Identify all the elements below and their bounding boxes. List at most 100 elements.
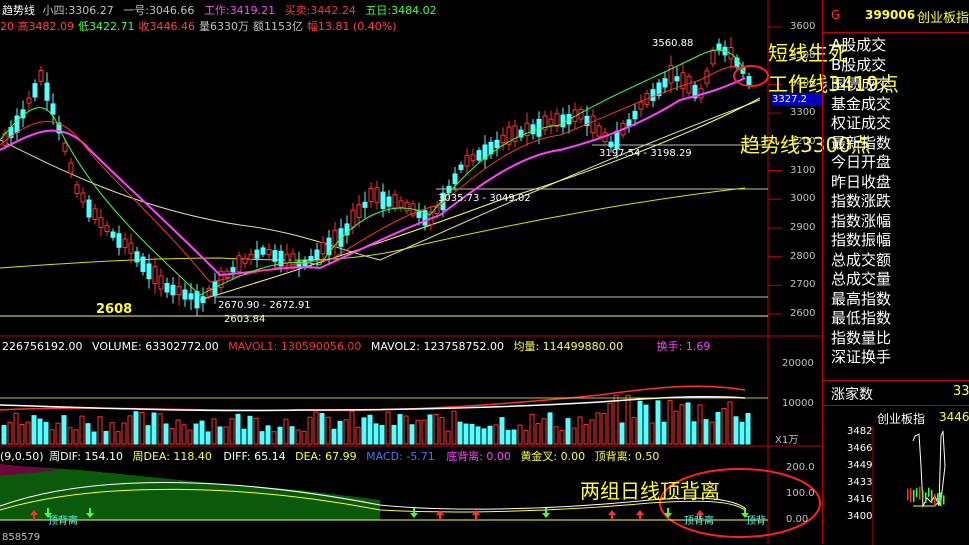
volume-bar xyxy=(673,410,679,445)
volume-bar xyxy=(151,412,157,445)
volume-bar xyxy=(115,431,121,445)
mini-chart-svg xyxy=(872,426,946,545)
field-row: 今日开盘 xyxy=(831,153,892,171)
volume-bar xyxy=(301,430,307,445)
yihao-value: 3046.66 xyxy=(148,4,195,17)
candle-body xyxy=(104,225,110,233)
main-chart-area[interactable]: 趋势线 小四:3306.27 一号:3046.66 工作:3419.21 买卖:… xyxy=(0,0,899,544)
volume-bar xyxy=(619,422,625,445)
candle-body xyxy=(662,78,668,88)
group-tag: G xyxy=(831,8,841,22)
macd-signal-arrow xyxy=(410,508,418,518)
low-value: 2603.84 xyxy=(224,314,266,325)
volume-bar xyxy=(475,426,481,445)
volume-bar xyxy=(271,431,277,445)
volume-bar xyxy=(715,411,721,445)
mini-bar xyxy=(925,492,927,503)
candle-body xyxy=(716,43,722,51)
indicator-name[interactable]: 趋势线 xyxy=(2,4,35,17)
volume-bar xyxy=(523,429,529,445)
candle-body xyxy=(152,266,158,285)
candle-body xyxy=(80,192,86,203)
mini-bar xyxy=(937,493,939,503)
xiaosi-label: 小四: xyxy=(42,4,69,17)
volume-bar xyxy=(439,417,445,445)
index-code[interactable]: 399006 xyxy=(865,8,915,22)
volume-bar xyxy=(91,431,97,445)
mavol2-line xyxy=(0,396,746,412)
candle-body xyxy=(500,134,506,144)
volume-bar xyxy=(43,421,49,445)
annotation-divergence: 两组日线顶背离 xyxy=(580,479,720,503)
mini-bar xyxy=(910,488,912,502)
volume-bar xyxy=(373,423,379,445)
candle-body xyxy=(374,187,380,204)
volume-bar xyxy=(73,429,79,445)
avg-volume: 均量: 114499880.00 xyxy=(513,340,624,353)
volume-bar xyxy=(13,412,19,445)
field-row: 权证成交 xyxy=(831,114,892,132)
volume-bar xyxy=(637,400,643,445)
header-row2-item: 20 高3482.09 xyxy=(0,20,74,33)
footer-value: 858579 xyxy=(2,532,41,543)
volume-bar xyxy=(397,414,403,445)
volume-bar xyxy=(463,423,469,445)
index-name[interactable]: 创业板指 xyxy=(917,7,969,26)
volume-bar xyxy=(193,423,199,445)
volume-bar xyxy=(481,428,487,445)
candle-body xyxy=(74,184,80,194)
field-row: 最低指数 xyxy=(831,309,892,327)
field-row: 总成交额 xyxy=(831,250,892,269)
candle-body xyxy=(494,139,500,148)
candle-body xyxy=(452,173,458,185)
candle-body xyxy=(86,199,92,218)
volume-bar xyxy=(655,400,661,445)
macd-header: (9,0.50) 周DIF: 154.10 周DEA: 118.40 DIFF:… xyxy=(0,448,659,464)
mavol1-value: MAVOL1: 130590056.00 xyxy=(228,340,362,353)
volume-bar xyxy=(493,424,499,445)
candle-body xyxy=(26,97,32,104)
volume-bar xyxy=(133,411,139,445)
mini-intraday-chart[interactable]: 创业板指 3446. 348234663449343334163400 xyxy=(823,405,969,545)
field-row: 国债成交 xyxy=(831,75,892,93)
price-axis-tick: 2600 xyxy=(790,308,816,319)
candle-body xyxy=(608,141,614,148)
volume-bar xyxy=(157,413,163,445)
candle-body xyxy=(68,162,74,174)
volume-bar xyxy=(325,416,331,445)
volume-bar xyxy=(703,419,709,445)
wuri-label: 五日: xyxy=(365,4,392,17)
up-count-row: 涨家数 33 xyxy=(823,380,969,405)
mini-bar xyxy=(940,492,942,507)
range1-label: 2670.90 - 2672.91 xyxy=(218,300,311,311)
volume-bar xyxy=(451,410,457,445)
volume-bar xyxy=(613,394,619,445)
candle-body xyxy=(536,118,542,137)
volume-bar xyxy=(229,418,235,445)
field-row: 指数涨幅 xyxy=(831,211,892,230)
field-row: B股成交 xyxy=(831,55,887,74)
price-axis-tick: 3100 xyxy=(790,164,816,176)
volume-bar xyxy=(319,412,325,445)
yihao-label: 一号: xyxy=(123,4,149,17)
volume-bar xyxy=(547,412,553,445)
macd-tick-100: 100.0 xyxy=(786,488,815,499)
candle-body xyxy=(116,233,122,248)
mini-bar xyxy=(916,488,918,498)
candle-body xyxy=(320,241,326,255)
volume-bar xyxy=(205,431,211,445)
candle-body xyxy=(260,247,266,255)
volume-bar xyxy=(19,423,25,445)
candle-body xyxy=(146,263,152,280)
gongzuo-value: 3419.21 xyxy=(229,4,276,17)
turnover: 换手: 1.69 xyxy=(656,340,711,353)
huangjincha: 黄金叉: 0.00 xyxy=(520,450,586,463)
macd-signal-arrow xyxy=(608,510,616,520)
volume-bar xyxy=(727,401,733,445)
mini-chart-tick: 3466 xyxy=(847,443,873,454)
volume-bar xyxy=(217,426,223,445)
candle-body xyxy=(650,89,656,101)
header-row2-item: 量6330万 xyxy=(198,20,249,33)
volume-unit: X1万 xyxy=(775,435,799,446)
volume-bar xyxy=(511,429,517,445)
